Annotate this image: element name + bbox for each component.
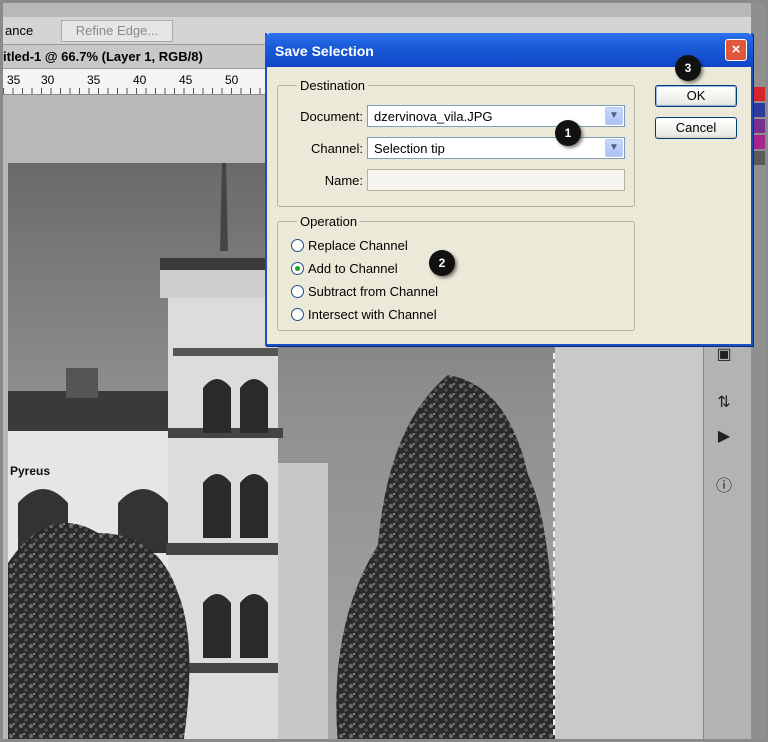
refine-edge-button[interactable]: Refine Edge...: [61, 20, 173, 42]
step-badge-1: 1: [555, 120, 581, 146]
radio-button[interactable]: [291, 285, 304, 298]
ruler-tick: 35: [7, 73, 21, 87]
radio-button[interactable]: [291, 308, 304, 321]
document-title: itled-1 @ 66.7% (Layer 1, RGB/8): [3, 49, 203, 64]
chevron-down-icon[interactable]: ▼: [605, 139, 623, 157]
ruler-tick: 30: [41, 73, 55, 87]
channel-label: Channel:: [310, 141, 363, 156]
radio-replace-channel[interactable]: Replace Channel: [291, 238, 408, 253]
name-label: Name:: [324, 173, 363, 188]
radio-subtract-from-channel[interactable]: Subtract from Channel: [291, 284, 438, 299]
radio-label: Intersect with Channel: [308, 307, 437, 322]
radio-label: Subtract from Channel: [308, 284, 439, 299]
chevron-down-icon[interactable]: ▼: [605, 107, 623, 125]
channel-value: Selection tip: [374, 141, 445, 156]
save-selection-dialog: Save Selection × Destination Document: d…: [265, 33, 753, 346]
photoshop-window: ance Refine Edge... itled-1 @ 66.7% (Lay…: [0, 0, 768, 742]
play-icon[interactable]: ▶: [711, 427, 737, 447]
cancel-button[interactable]: Cancel: [655, 117, 737, 139]
step-badge-2: 2: [429, 250, 455, 276]
document-tab[interactable]: itled-1 @ 66.7% (Layer 1, RGB/8): [3, 45, 265, 69]
color-swatch[interactable]: [751, 135, 765, 149]
options-label: ance: [5, 23, 34, 38]
radio-add-to-channel[interactable]: Add to Channel: [291, 261, 398, 276]
dialog-title: Save Selection: [275, 43, 374, 59]
name-field[interactable]: [367, 169, 625, 191]
radio-button[interactable]: [291, 239, 304, 252]
document-label: Document:: [300, 109, 363, 124]
destination-legend: Destination: [297, 78, 369, 93]
color-swatch[interactable]: [751, 87, 765, 101]
panel-icon[interactable]: ⇅: [711, 393, 737, 413]
horizontal-ruler: 35 30 35 40 45 50: [3, 69, 265, 95]
color-swatch[interactable]: [751, 151, 765, 165]
step-badge-3: 3: [675, 55, 701, 81]
ok-button[interactable]: OK: [655, 85, 737, 107]
radio-button-selected[interactable]: [291, 262, 304, 275]
panel-icon[interactable]: ▣: [711, 345, 737, 365]
radio-label: Add to Channel: [308, 261, 398, 276]
channel-select[interactable]: Selection tip ▼: [367, 137, 625, 159]
ruler-tick: 40: [133, 73, 147, 87]
operation-legend: Operation: [297, 214, 361, 229]
document-select[interactable]: dzervinova_vila.JPG ▼: [367, 105, 625, 127]
ruler-tick: 35: [87, 73, 101, 87]
ruler-tick: 45: [179, 73, 193, 87]
color-swatch[interactable]: [751, 103, 765, 117]
close-icon[interactable]: ×: [725, 39, 747, 61]
workspace-background: [555, 347, 703, 739]
ruler-tick: 50: [225, 73, 239, 87]
info-icon[interactable]: ⓘ: [711, 477, 737, 497]
radio-label: Replace Channel: [308, 238, 408, 253]
radio-intersect-with-channel[interactable]: Intersect with Channel: [291, 307, 437, 322]
document-value: dzervinova_vila.JPG: [374, 109, 493, 124]
building-sign: Pyreus: [10, 464, 50, 478]
color-swatch[interactable]: [751, 119, 765, 133]
